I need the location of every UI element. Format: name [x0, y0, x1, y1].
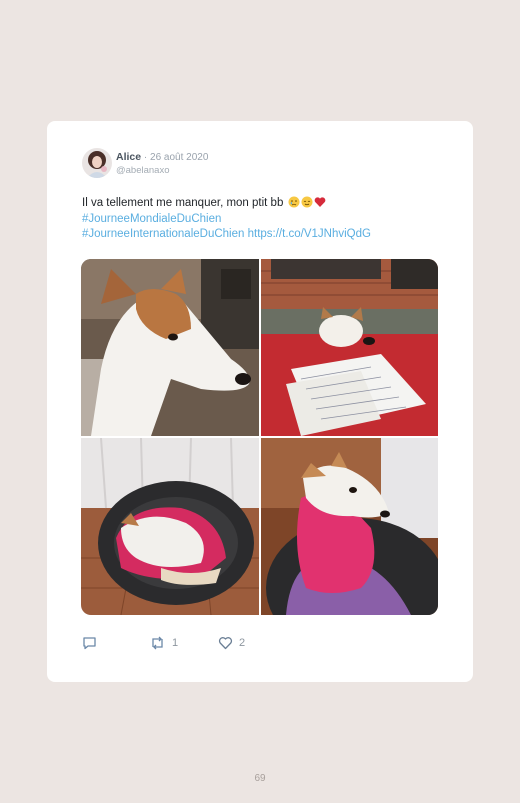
reply-button[interactable] [82, 636, 103, 650]
tweet-body: Il va tellement me manquer, mon ptit bb … [82, 196, 452, 243]
author-name[interactable]: Alice [116, 151, 141, 163]
relieved-face-emoji-icon [301, 196, 313, 208]
heart-icon [218, 637, 233, 650]
photo-dog-in-basket[interactable] [81, 438, 259, 615]
reply-icon [83, 637, 96, 650]
avatar-image [82, 148, 112, 178]
retweet-icon [152, 636, 163, 650]
retweet-button[interactable]: 1 [149, 636, 178, 650]
separator-dot: · [143, 152, 148, 163]
photo-dog-portrait[interactable] [81, 259, 259, 436]
like-count: 2 [239, 637, 246, 649]
photo-dog-on-papers[interactable] [261, 259, 438, 436]
tweet-date[interactable]: 26 août 2020 [150, 152, 208, 163]
crying-face-emoji-icon [288, 196, 300, 208]
page-number: 69 [254, 773, 266, 784]
tweet-card: Alice · 26 août 2020 @abelanaxo Il va te… [47, 121, 473, 682]
tweet-text: Il va tellement me manquer, mon ptit bb [82, 197, 284, 209]
short-link[interactable]: https://t.co/V1JNhviQdG [248, 228, 371, 240]
red-heart-emoji-icon [314, 197, 325, 207]
photo-grid [81, 259, 438, 615]
author-handle[interactable]: @abelanaxo [116, 165, 170, 176]
retweet-count: 1 [172, 637, 179, 649]
avatar[interactable] [82, 148, 112, 178]
tweet-actions: 1 2 [82, 636, 282, 654]
like-button[interactable]: 2 [218, 636, 245, 650]
hashtag-link[interactable]: #JourneeMondialeDuChien [82, 212, 452, 228]
hashtag-link[interactable]: #JourneeInternationaleDuChien [82, 228, 244, 240]
photo-dog-pink-scarf[interactable] [261, 438, 438, 615]
hashtag-line: #JourneeInternationaleDuChien https://t.… [82, 227, 452, 243]
tweet-text-line: Il va tellement me manquer, mon ptit bb [82, 196, 452, 212]
author-line: Alice · 26 août 2020 [116, 151, 208, 164]
